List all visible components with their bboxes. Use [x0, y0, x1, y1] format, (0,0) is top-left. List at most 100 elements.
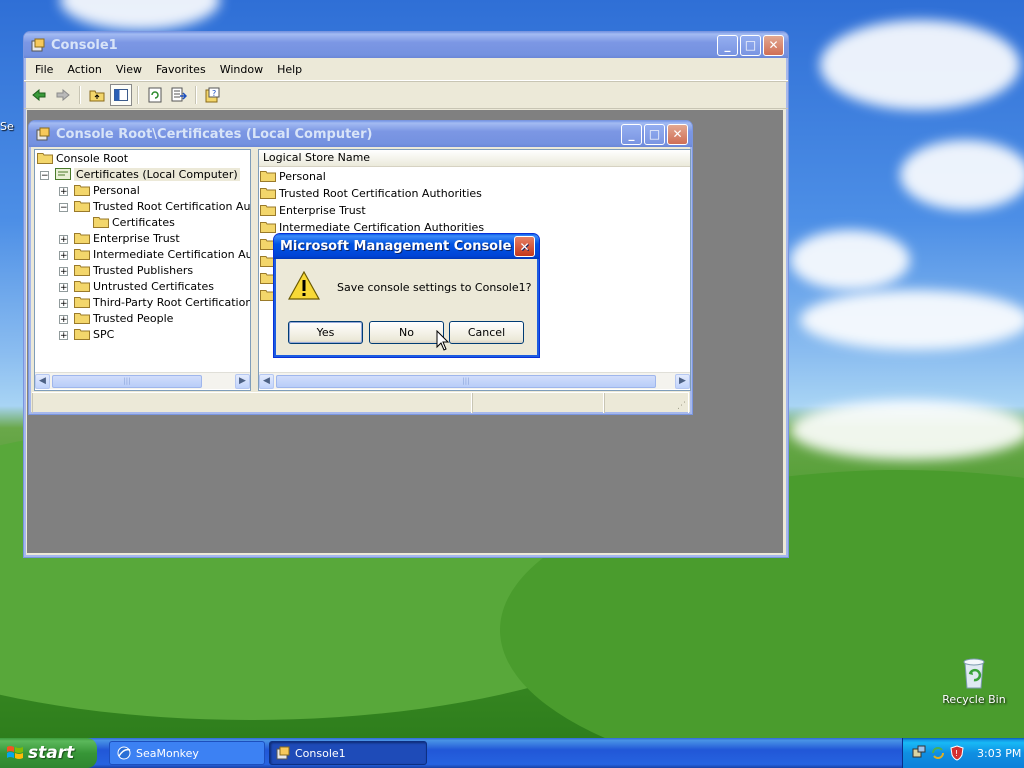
child-window-title: Console Root\Certificates (Local Compute… — [56, 126, 373, 142]
child-titlebar[interactable]: Console Root\Certificates (Local Compute… — [29, 121, 692, 147]
scroll-left-button[interactable]: ◀ — [35, 373, 50, 389]
minimize-icon: _ — [628, 127, 635, 141]
taskbar-button-seamonkey[interactable]: SeaMonkey — [109, 741, 265, 765]
tree-item-trusted-root[interactable]: − Trusted Root Certification Author — [35, 199, 250, 215]
tree-label: Trusted Publishers — [93, 264, 194, 277]
tree-label: Certificates — [112, 216, 175, 229]
mmc-child-icon — [35, 126, 51, 142]
scroll-left-button[interactable]: ◀ — [259, 373, 274, 389]
export-list-button[interactable] — [168, 84, 190, 106]
tree-item-console-root[interactable]: Console Root — [35, 151, 250, 167]
tree-item-enterprise-trust[interactable]: + Enterprise Trust — [35, 231, 250, 247]
expand-toggle[interactable]: + — [59, 187, 68, 197]
scroll-right-button[interactable]: ▶ — [235, 373, 250, 389]
menu-window[interactable]: Window — [213, 63, 270, 76]
list-item[interactable]: Personal — [259, 169, 690, 186]
menu-file[interactable]: File — [28, 63, 60, 76]
forward-arrow-icon — [56, 89, 70, 101]
start-button[interactable]: start — [0, 738, 97, 768]
tray-update-icon[interactable] — [930, 745, 946, 761]
task-label: SeaMonkey — [136, 746, 199, 760]
tree-horizontal-scrollbar[interactable]: ◀ ||| ▶ — [35, 372, 250, 389]
scroll-thumb[interactable]: ||| — [52, 374, 202, 388]
folder-icon — [74, 233, 90, 244]
warning-icon — [288, 271, 320, 300]
console-tree-pane[interactable]: Console Root − Certificates (Local Comput… — [34, 149, 251, 391]
folder-icon — [74, 249, 90, 260]
tree-item-trusted-publishers[interactable]: + Trusted Publishers — [35, 263, 250, 279]
expand-toggle[interactable]: + — [59, 299, 68, 309]
toolbar: ? — [24, 81, 788, 109]
maximize-button[interactable]: □ — [740, 34, 761, 56]
expand-toggle[interactable]: + — [59, 267, 68, 277]
console-titlebar[interactable]: Console1 _ □ ✕ — [24, 32, 788, 58]
tree-item-third-party-root[interactable]: + Third-Party Root Certification Au — [35, 295, 250, 311]
expand-toggle[interactable]: + — [59, 251, 68, 261]
taskbar-button-console1[interactable]: Console1 — [269, 741, 427, 765]
start-label: start — [28, 743, 75, 763]
back-arrow-icon — [32, 89, 46, 101]
expand-toggle[interactable]: + — [59, 315, 68, 325]
dialog-close-button[interactable]: ✕ — [514, 236, 535, 257]
expand-toggle[interactable]: + — [59, 235, 68, 245]
back-button[interactable] — [28, 84, 50, 106]
tree-label: Trusted Root Certification Author — [93, 200, 251, 213]
tree-label: Personal — [93, 184, 140, 197]
list-item[interactable]: Trusted Root Certification Authorities — [259, 186, 690, 203]
close-button[interactable]: ✕ — [763, 34, 784, 56]
minimize-button[interactable]: _ — [717, 34, 738, 56]
status-pane — [32, 393, 472, 413]
refresh-button[interactable] — [144, 84, 166, 106]
close-icon: ✕ — [672, 127, 683, 141]
tree-item-trusted-root-certificates[interactable]: Certificates — [35, 215, 250, 231]
dialog-titlebar[interactable]: Microsoft Management Console ✕ — [274, 234, 539, 259]
yes-button[interactable]: Yes — [288, 321, 363, 344]
tree-item-spc[interactable]: + SPC — [35, 327, 250, 343]
menu-action[interactable]: Action — [60, 63, 108, 76]
tree-item-intermediate[interactable]: + Intermediate Certification Author — [35, 247, 250, 263]
forward-button[interactable] — [52, 84, 74, 106]
menu-view[interactable]: View — [109, 63, 149, 76]
no-button[interactable]: No — [369, 321, 444, 344]
tree-item-untrusted[interactable]: + Untrusted Certificates — [35, 279, 250, 295]
list-horizontal-scrollbar[interactable]: ◀ ||| ▶ — [259, 372, 690, 389]
seamonkey-icon — [117, 746, 131, 760]
help-button[interactable]: ? — [202, 84, 224, 106]
column-header-logical-store-name[interactable]: Logical Store Name — [259, 150, 690, 167]
collapse-toggle[interactable]: − — [40, 171, 49, 181]
tray-network-icon[interactable] — [911, 745, 927, 761]
folder-icon — [74, 313, 90, 324]
recycle-bin-shortcut[interactable]: Recycle Bin — [934, 656, 1014, 706]
recycle-bin-label: Recycle Bin — [942, 693, 1006, 706]
close-icon: ✕ — [519, 239, 530, 254]
scroll-right-button[interactable]: ▶ — [675, 373, 690, 389]
up-one-level-button[interactable] — [86, 84, 108, 106]
tray-clock[interactable]: 3:03 PM — [977, 747, 1021, 760]
folder-icon — [74, 265, 90, 276]
expand-toggle[interactable]: + — [59, 331, 68, 341]
toolbar-separator — [79, 86, 81, 104]
tree-label: Third-Party Root Certification Au — [93, 296, 251, 309]
cancel-button[interactable]: Cancel — [449, 321, 524, 344]
child-maximize-button[interactable]: □ — [644, 123, 665, 145]
collapse-toggle[interactable]: − — [59, 203, 68, 213]
child-minimize-button[interactable]: _ — [621, 123, 642, 145]
folder-icon — [93, 217, 109, 228]
mmc-app-icon — [30, 37, 46, 53]
tree-item-trusted-people[interactable]: + Trusted People — [35, 311, 250, 327]
menu-favorites[interactable]: Favorites — [149, 63, 213, 76]
resize-grip-icon[interactable]: ⋰ — [677, 401, 686, 411]
toolbar-separator — [195, 86, 197, 104]
expand-toggle[interactable]: + — [59, 283, 68, 293]
mouse-cursor-icon — [436, 330, 450, 351]
list-item[interactable]: Enterprise Trust — [259, 203, 690, 220]
menu-help[interactable]: Help — [270, 63, 309, 76]
tree-item-certificates-local[interactable]: − Certificates (Local Computer) — [35, 167, 250, 183]
svg-text:!: ! — [955, 749, 958, 758]
folder-icon — [74, 281, 90, 292]
tree-item-personal[interactable]: + Personal — [35, 183, 250, 199]
child-close-button[interactable]: ✕ — [667, 123, 688, 145]
tray-security-shield-icon[interactable]: ! — [949, 745, 965, 761]
scroll-thumb[interactable]: ||| — [276, 374, 656, 388]
show-hide-tree-button[interactable] — [110, 84, 132, 106]
